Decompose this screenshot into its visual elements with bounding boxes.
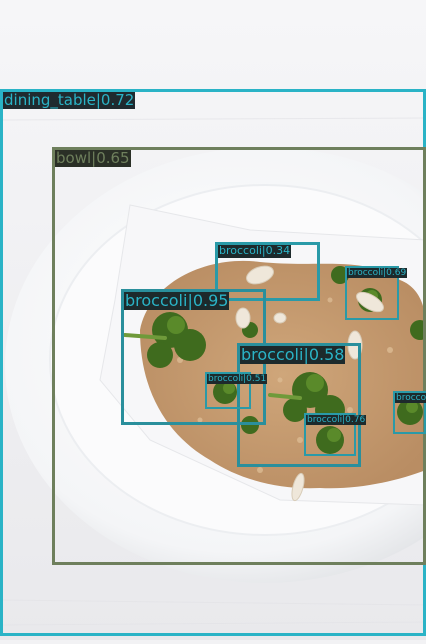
detection-label-broccoli-058: broccoli|0.58 bbox=[240, 345, 346, 365]
detection-label-broccoli-076: broccoli|0.76 bbox=[306, 415, 367, 426]
detection-label-broccoli-edge: broccoli bbox=[395, 393, 426, 404]
detection-box-broccoli-069: broccoli|0.69 bbox=[345, 266, 408, 320]
detection-label-broccoli-051: broccoli|0.51 bbox=[207, 374, 268, 385]
detection-box-broccoli-edge: broccoli bbox=[393, 391, 426, 434]
detection-label-broccoli-095: broccoli|0.95 bbox=[124, 291, 230, 311]
detection-label-broccoli-069: broccoli|0.69 bbox=[347, 268, 408, 279]
photo-scene: dining_table|0.72 bowl|0.65 broccoli|0.3… bbox=[0, 0, 426, 640]
detection-label-dining-table: dining_table|0.72 bbox=[3, 91, 136, 110]
detection-box-broccoli-051: broccoli|0.51 bbox=[205, 372, 268, 409]
detection-label-broccoli-034: broccoli|0.34 bbox=[218, 244, 292, 258]
detection-label-bowl: bowl|0.65 bbox=[55, 149, 131, 168]
detection-box-broccoli-076: broccoli|0.76 bbox=[304, 413, 367, 456]
